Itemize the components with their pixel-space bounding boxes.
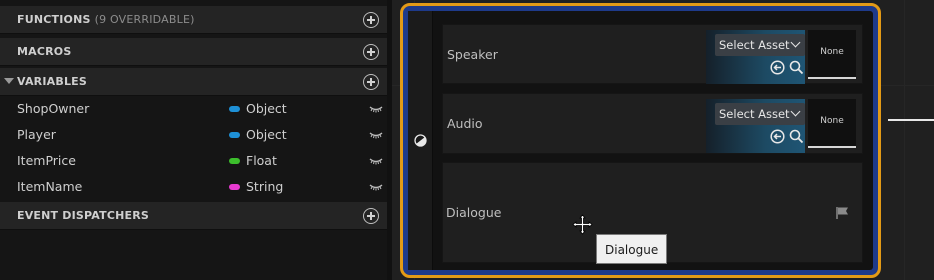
variables-section-header[interactable]: VARIABLES [0, 68, 387, 96]
search-icon[interactable] [789, 129, 804, 144]
speaker-label: Speaker [447, 47, 498, 62]
add-macro-button[interactable] [363, 44, 379, 60]
float-type-icon [229, 158, 240, 164]
variable-type[interactable]: String [246, 174, 283, 200]
search-icon[interactable] [789, 60, 804, 75]
chevron-down-icon [790, 37, 801, 48]
audio-property-row[interactable]: Audio Select Asset None [442, 93, 863, 154]
object-type-icon [229, 106, 240, 112]
variable-name: ItemPrice [17, 153, 76, 168]
audio-label: Audio [447, 116, 483, 131]
string-type-icon [229, 184, 240, 190]
half-circle-icon[interactable] [414, 134, 427, 147]
audio-select-asset-dropdown[interactable]: Select Asset [715, 103, 805, 125]
macros-title: MACROS [17, 45, 72, 58]
speaker-select-asset-dropdown[interactable]: Select Asset [715, 34, 805, 56]
functions-title: FUNCTIONS [17, 13, 91, 26]
speaker-asset-picker[interactable]: Select Asset [706, 30, 805, 84]
add-event-dispatcher-button[interactable] [363, 208, 379, 224]
closed-eye-icon[interactable] [369, 182, 383, 192]
select-asset-label: Select Asset [719, 38, 790, 52]
macros-section-header[interactable]: MACROS [0, 38, 387, 66]
tooltip: Dialogue [596, 234, 668, 264]
functions-section-header[interactable]: FUNCTIONS (9 OVERRIDABLE) [0, 6, 387, 34]
closed-eye-icon[interactable] [369, 104, 383, 114]
variable-name: ItemName [17, 179, 83, 194]
move-cursor-icon [572, 214, 593, 235]
variables-title: VARIABLES [17, 75, 87, 88]
closed-eye-icon[interactable] [369, 156, 383, 166]
variable-row-itemname[interactable]: ItemName String [0, 174, 387, 200]
add-function-button[interactable] [363, 12, 379, 28]
dialogue-label: Dialogue [446, 205, 502, 220]
variable-type[interactable]: Float [246, 148, 277, 174]
functions-count: (9 OVERRIDABLE) [94, 13, 195, 26]
variable-row-itemprice[interactable]: ItemPrice Float [0, 148, 387, 174]
object-type-icon [229, 132, 240, 138]
exec-wire [888, 119, 934, 121]
grid-line [904, 0, 905, 280]
variable-row-shopowner[interactable]: ShopOwner Object [0, 96, 387, 122]
audio-asset-thumbnail[interactable]: None [808, 99, 856, 148]
variable-type[interactable]: Object [246, 96, 287, 122]
add-variable-button[interactable] [363, 74, 379, 90]
variable-name: ShopOwner [17, 101, 90, 116]
functions-title-wrap: FUNCTIONS (9 OVERRIDABLE) [17, 6, 195, 34]
use-selected-icon[interactable] [770, 129, 785, 144]
event-dispatchers-title: EVENT DISPATCHERS [17, 209, 150, 222]
event-dispatchers-section-header[interactable]: EVENT DISPATCHERS [0, 202, 387, 230]
variable-type[interactable]: Object [246, 122, 287, 148]
collapse-arrow-icon[interactable] [4, 78, 14, 84]
use-selected-icon[interactable] [770, 60, 785, 75]
closed-eye-icon[interactable] [369, 130, 383, 140]
speaker-asset-thumbnail[interactable]: None [808, 30, 856, 79]
variable-row-player[interactable]: Player Object [0, 122, 387, 148]
flag-icon[interactable] [835, 206, 850, 220]
speaker-property-row[interactable]: Speaker Select Asset None [442, 24, 863, 84]
variable-name: Player [17, 127, 56, 142]
my-blueprint-panel: FUNCTIONS (9 OVERRIDABLE) MACROS VARIABLE… [0, 0, 387, 280]
chevron-down-icon [790, 106, 801, 117]
select-asset-label: Select Asset [719, 107, 790, 121]
audio-asset-picker[interactable]: Select Asset [706, 99, 805, 153]
